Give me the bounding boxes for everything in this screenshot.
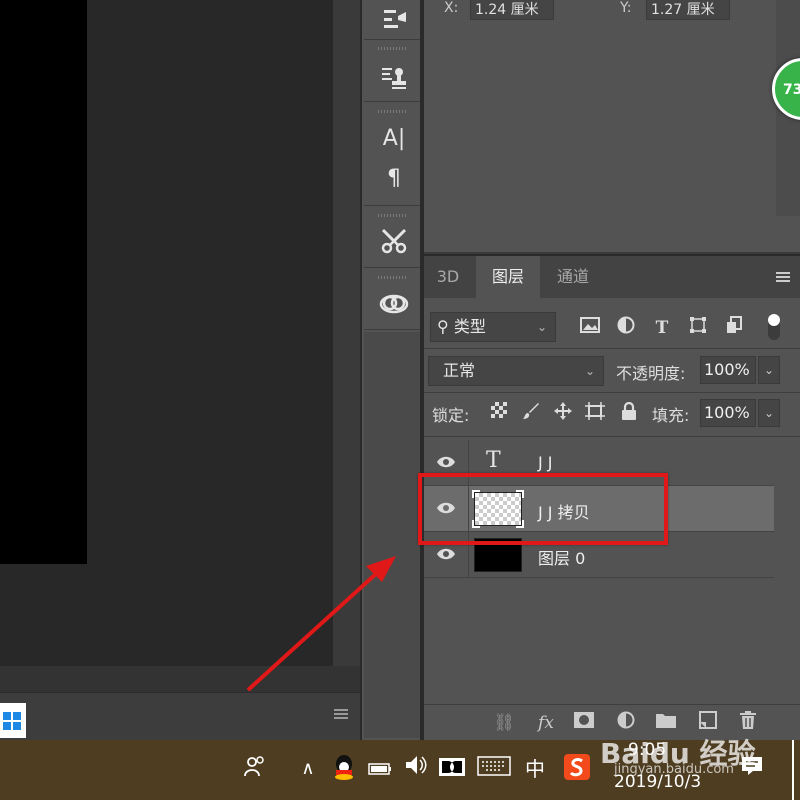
lock-all-icon[interactable] bbox=[618, 401, 640, 424]
dock-group-cc bbox=[364, 268, 420, 330]
filter-type-icon[interactable]: T bbox=[650, 316, 674, 340]
tool-presets-icon[interactable] bbox=[378, 226, 410, 256]
windows-icon[interactable] bbox=[0, 703, 26, 738]
opacity-input[interactable]: 100% bbox=[700, 356, 756, 384]
fill-dropdown[interactable]: ⌄ bbox=[758, 399, 780, 427]
panel-menu-icon[interactable] bbox=[334, 709, 348, 721]
dolby-icon[interactable] bbox=[438, 754, 466, 784]
tab-layers[interactable]: 图层 bbox=[476, 256, 540, 298]
creative-cloud-icon[interactable] bbox=[378, 288, 410, 318]
type-layer-icon: T bbox=[486, 448, 501, 473]
lock-artboard-icon[interactable] bbox=[584, 402, 606, 424]
document-canvas[interactable] bbox=[0, 0, 87, 564]
properties-panel: X: 1.24 厘米 Y: 1.27 厘米 bbox=[424, 0, 800, 252]
chevron-up-icon[interactable]: ∧ bbox=[296, 754, 320, 784]
show-desktop-button[interactable] bbox=[792, 740, 794, 800]
paragraph-icon[interactable]: ¶ bbox=[378, 164, 410, 194]
mask-icon[interactable] bbox=[572, 711, 596, 735]
filter-pixel-icon[interactable] bbox=[578, 316, 602, 340]
ime-indicator[interactable]: 中 bbox=[520, 754, 550, 784]
tab-3d[interactable]: 3D bbox=[424, 256, 472, 298]
x-position-input[interactable]: 1.24 厘米 bbox=[470, 0, 554, 20]
sogou-icon[interactable] bbox=[562, 754, 592, 784]
panel-bottom-bar bbox=[0, 692, 360, 740]
filter-shape-icon[interactable] bbox=[686, 316, 710, 340]
qq-icon[interactable] bbox=[330, 754, 358, 784]
lock-position-icon[interactable] bbox=[552, 402, 574, 424]
vertical-scrollbar[interactable] bbox=[333, 0, 360, 692]
photoshop-window: A| ¶ X: 1.24 厘米 Y: 1.27 厘米 73 3D 图层 通道 ⚲… bbox=[0, 0, 800, 800]
chevron-down-icon: ⌄ bbox=[536, 320, 547, 334]
adjustments-icon[interactable] bbox=[378, 4, 410, 34]
highlight-box bbox=[418, 473, 668, 545]
canvas-workspace[interactable] bbox=[0, 0, 360, 692]
battery-icon[interactable] bbox=[366, 754, 394, 784]
dock-group-tools bbox=[364, 206, 420, 268]
lock-image-pixels-icon[interactable] bbox=[520, 402, 542, 424]
clock-time[interactable]: 9:05 bbox=[628, 740, 666, 760]
panel-separator bbox=[424, 216, 800, 254]
y-label: Y: bbox=[620, 0, 632, 16]
layer-filter-select[interactable]: ⚲ 类型 ⌄ bbox=[430, 312, 556, 342]
filter-adjustment-icon[interactable] bbox=[614, 316, 638, 340]
filter-label: 类型 bbox=[453, 317, 486, 336]
opacity-dropdown[interactable]: ⌄ bbox=[758, 356, 780, 384]
x-label: X: bbox=[444, 0, 459, 16]
dock-empty-area bbox=[364, 332, 420, 738]
blend-mode-select[interactable]: 正常 ⌄ bbox=[428, 356, 604, 386]
opacity-label: 不透明度: bbox=[616, 364, 686, 383]
search-icon: ⚲ bbox=[437, 317, 449, 336]
panel-tabs: 3D 图层 通道 bbox=[424, 256, 800, 298]
fx-icon[interactable]: fx bbox=[534, 711, 558, 735]
character-icon[interactable]: A| bbox=[378, 124, 410, 154]
chevron-down-icon: ⌄ bbox=[584, 364, 595, 378]
horizontal-scrollbar[interactable] bbox=[0, 666, 360, 692]
link-icon[interactable]: ⛓ bbox=[492, 711, 516, 735]
dock-group-type: A| ¶ bbox=[364, 102, 420, 206]
clone-source-icon[interactable] bbox=[378, 62, 410, 92]
people-icon[interactable] bbox=[240, 754, 270, 784]
eye-icon[interactable] bbox=[436, 454, 456, 470]
keyboard-icon[interactable] bbox=[476, 754, 512, 784]
clock-date[interactable]: 2019/10/3 bbox=[614, 772, 701, 792]
lock-label: 锁定: bbox=[432, 406, 470, 425]
layer-name: J J bbox=[538, 453, 553, 472]
layer-name: 图层 0 bbox=[538, 549, 586, 568]
tab-channels[interactable]: 通道 bbox=[542, 256, 604, 298]
blend-mode-value: 正常 bbox=[443, 361, 476, 380]
layers-panel-menu-icon[interactable] bbox=[776, 272, 790, 282]
eye-icon[interactable] bbox=[436, 546, 456, 562]
fill-label: 填充: bbox=[652, 406, 690, 425]
volume-icon[interactable] bbox=[402, 754, 430, 784]
dock-group-clone bbox=[364, 40, 420, 102]
filter-smart-object-icon[interactable] bbox=[722, 316, 746, 340]
panel-dock: A| ¶ bbox=[360, 0, 422, 740]
y-position-input[interactable]: 1.27 厘米 bbox=[646, 0, 730, 20]
filter-toggle[interactable] bbox=[768, 314, 780, 340]
dock-group-adjustments bbox=[364, 0, 420, 40]
fill-input[interactable]: 100% bbox=[700, 399, 756, 427]
lock-transparent-pixels-icon[interactable] bbox=[488, 402, 510, 424]
